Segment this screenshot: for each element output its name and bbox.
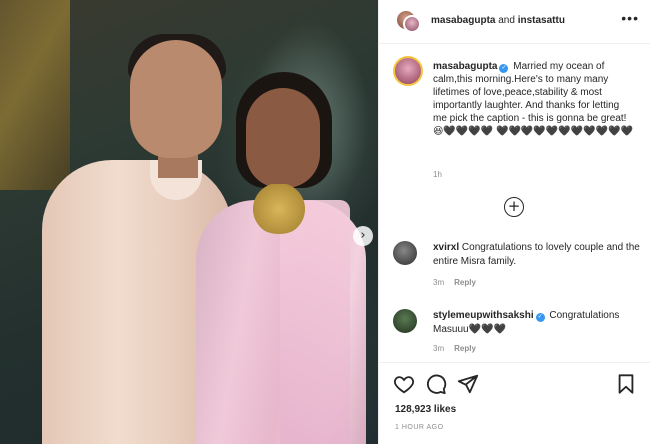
plus-circle-icon[interactable]: + [504,197,524,217]
comment-text: stylemeupwithsakshi ✓ Congratulations Mas… [433,309,641,337]
send-icon[interactable] [457,373,479,395]
verified-icon: ✓ [535,313,545,322]
post-authors: masabagupta and instasattu [431,15,565,26]
caption-username[interactable]: masabagupta [433,61,497,72]
reply-button[interactable]: Reply [454,278,476,287]
author-joiner: and [495,15,518,26]
comment-time: 3m [433,278,445,287]
post-header: masabagupta and instasattu ••• [379,0,650,44]
like-count[interactable]: 128,923 likes [395,404,456,415]
author-username[interactable]: masabagupta [431,15,495,26]
comment-username[interactable]: xvirxl [433,242,459,253]
comment-meta: 3m Reply [433,278,486,287]
comment-time: 3m [433,344,445,353]
comment-text: xvirxl Congratulations to lovely couple … [433,241,641,269]
caption-hearts: 🖤🖤🖤🖤🖤🖤🖤🖤🖤🖤🖤 [496,126,633,137]
photo-bride-dupatta [280,200,350,444]
post-timestamp: 1 HOUR AGO [395,424,444,431]
chevron-right-icon[interactable]: › [353,226,373,246]
collaborator-username[interactable]: instasattu [518,15,565,26]
comment-icon[interactable] [425,373,447,395]
comment-body: Congratulations to lovely couple and the… [433,242,640,267]
action-bar [379,362,650,404]
photo-curtain [0,0,70,190]
more-horizontal-icon[interactable]: ••• [621,10,639,26]
avatar[interactable] [403,15,421,33]
avatar[interactable] [393,309,417,333]
avatar[interactable] [393,241,417,265]
caption-timestamp[interactable]: 1h [433,170,442,179]
bookmark-icon[interactable] [615,373,637,395]
post-sidebar: masabagupta and instasattu ••• masabagup… [378,0,650,444]
photo-groom-face [130,40,222,158]
post-caption: masabagupta ✓ Married my ocean of calm,th… [433,60,633,138]
avatar[interactable] [393,56,423,86]
reply-button[interactable]: Reply [454,344,476,353]
comment-username[interactable]: stylemeupwithsakshi [433,310,534,321]
comment-meta: 3m Reply [433,344,486,353]
heart-icon[interactable] [393,373,415,395]
verified-icon: ✓ [499,64,509,73]
post-photo[interactable]: › [0,0,378,444]
photo-bride-face [246,88,320,188]
